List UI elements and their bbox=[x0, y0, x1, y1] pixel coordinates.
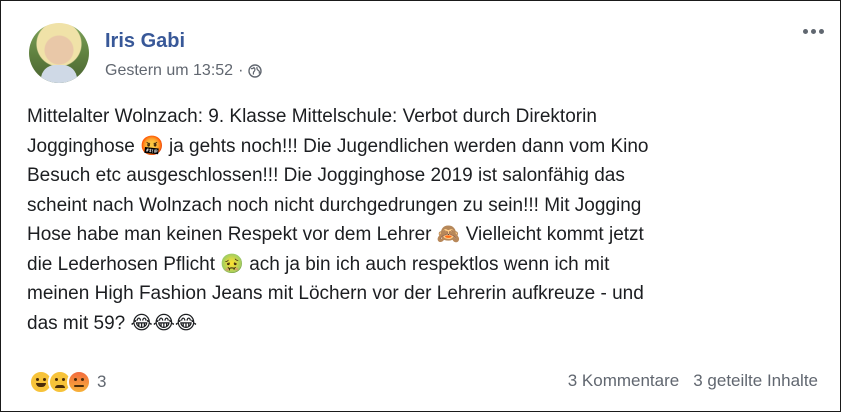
author-name[interactable]: Iris Gabi bbox=[105, 30, 185, 53]
post-meta: Gestern um 13:52 · bbox=[105, 62, 263, 80]
author-avatar[interactable] bbox=[29, 23, 89, 83]
post-timestamp[interactable]: Gestern um 13:52 bbox=[105, 62, 233, 80]
more-horizontal-icon[interactable] bbox=[803, 29, 824, 34]
avatar-figure bbox=[41, 65, 77, 83]
meta-separator: · bbox=[238, 62, 244, 79]
reactions-summary[interactable]: 3 bbox=[29, 370, 106, 394]
post-stats: 3 Kommentare 3 geteilte Inhalte bbox=[568, 371, 818, 391]
post-body: Mittelalter Wolnzach: 9. Klasse Mittelsc… bbox=[27, 106, 649, 334]
reaction-count[interactable]: 3 bbox=[97, 372, 106, 392]
angry-reaction-icon bbox=[67, 370, 91, 394]
shares-link[interactable]: 3 geteilte Inhalte bbox=[693, 371, 818, 391]
globe-icon[interactable] bbox=[248, 64, 263, 78]
facebook-post-card: Iris Gabi Gestern um 13:52 · Mittelalter… bbox=[0, 0, 841, 412]
comments-link[interactable]: 3 Kommentare bbox=[568, 371, 680, 391]
